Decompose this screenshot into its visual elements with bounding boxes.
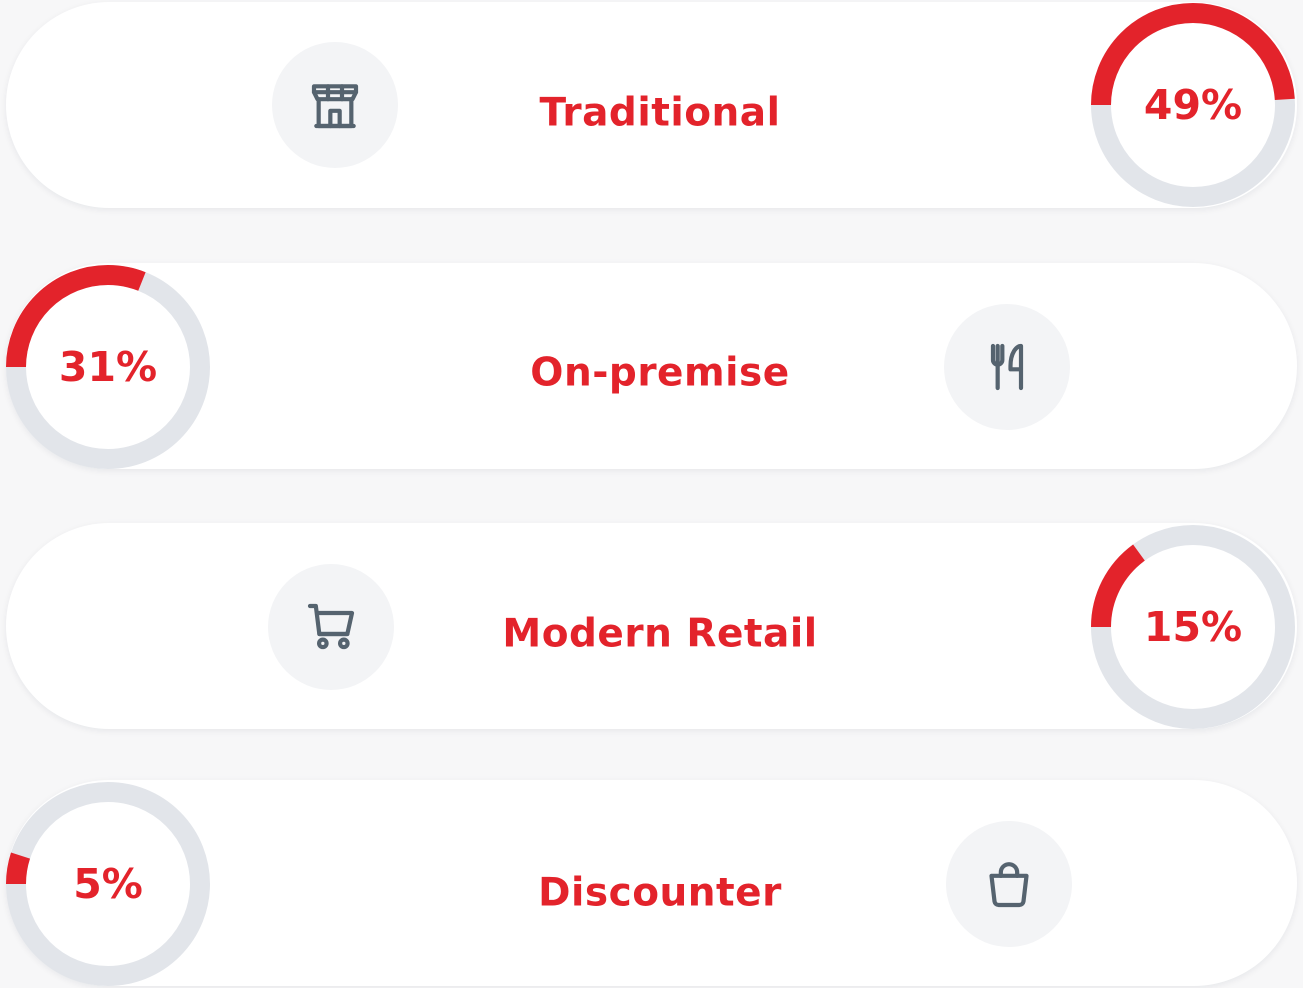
channel-icon-badge [946, 821, 1072, 947]
channel-icon-badge [268, 564, 394, 690]
value-percent: 31% [58, 343, 158, 391]
shopping-bag-icon [989, 862, 1029, 908]
value-percent: 15% [1143, 603, 1243, 651]
channel-label: Traditional [539, 90, 781, 136]
value-ring: 5% [6, 782, 210, 986]
channel-icon-badge [272, 42, 398, 168]
shopping-cart-icon [307, 603, 355, 650]
value-ring: 49% [1091, 3, 1295, 207]
channel-icon-badge [944, 304, 1070, 430]
channel-label: On-premise [530, 350, 790, 396]
value-percent: 49% [1143, 81, 1243, 129]
value-percent: 5% [73, 860, 143, 908]
storefront-icon [311, 84, 359, 129]
value-ring: 15% [1091, 525, 1295, 729]
channel-label: Modern Retail [502, 611, 818, 657]
value-ring: 31% [6, 265, 210, 469]
channel-label: Discounter [538, 870, 782, 916]
fork-knife-icon [990, 343, 1024, 391]
